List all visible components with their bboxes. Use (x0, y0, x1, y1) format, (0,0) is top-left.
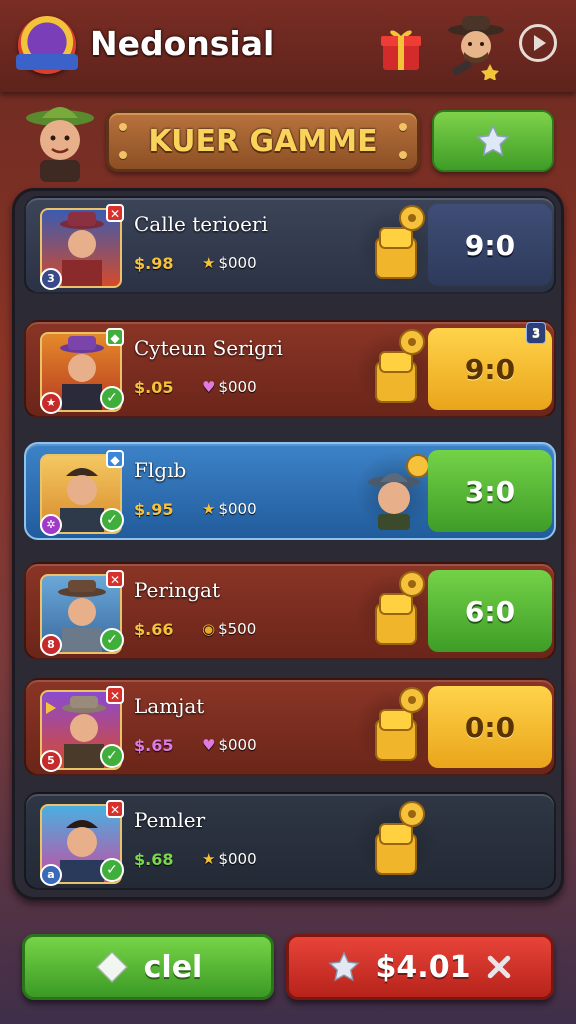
coin-amount: $500 (218, 620, 257, 638)
player-price: $.68 (134, 850, 174, 869)
gem-badge-icon: ◆ (106, 450, 124, 468)
check-badge-icon: ✓ (100, 508, 124, 532)
level-badge: a (40, 864, 62, 886)
player-price: $.05 (134, 378, 174, 397)
player-coins: ★ $000 (202, 254, 257, 272)
coin-amount: $000 (218, 254, 257, 272)
score-value: 9:0 (464, 352, 516, 386)
gold-star-icon: ★ (202, 850, 216, 868)
list-item[interactable]: ✕ ✓ 5 Lamjat $.65 ♥ $000 0:0 (24, 678, 556, 776)
score-box: 9:0 3 (428, 322, 552, 410)
player-coins: ♥ $000 (202, 736, 257, 754)
list-item[interactable]: ◆ ✓ ★ Cyteun Serigri $.05 ♥ $000 9:0 3 (24, 320, 556, 418)
reward-slot (356, 686, 436, 770)
player-coins: ★ $000 (202, 500, 257, 518)
pink-heart-icon: ♥ (202, 378, 216, 396)
check-badge-icon: ✓ (100, 628, 124, 652)
score-box: 0:0 (428, 686, 552, 768)
player-name: Calle terioeri (134, 212, 268, 236)
player-coins: ★ $000 (202, 850, 257, 868)
player-name: Pemler (134, 808, 206, 832)
list-item[interactable]: ✕ ✓ a Pemler $.68 ★ $000 (24, 792, 556, 890)
player-name: Lamjat (134, 694, 205, 718)
diamond-icon (95, 950, 128, 984)
star-icon (476, 124, 510, 157)
claim-button-label: clel (143, 949, 203, 985)
buy-button[interactable]: $4.01 (286, 934, 554, 1000)
list-item-selected[interactable]: ◆ ✓ ✲ Flgıb $.95 ★ $000 3:0 (24, 442, 556, 540)
gold-gear-stack-icon (375, 571, 425, 645)
score-box: 6:0 (428, 570, 552, 652)
player-name: Flgıb (134, 458, 187, 482)
claim-button[interactable]: clel (22, 934, 274, 1000)
buy-button-price: $4.01 (375, 949, 471, 985)
reward-slot (356, 800, 436, 884)
gold-star-icon: ★ (202, 254, 216, 272)
game-title-banner[interactable]: KUER GAMME (106, 110, 420, 172)
player-name: Peringat (134, 578, 220, 602)
player-price: $.65 (134, 736, 174, 755)
logo-ribbon (16, 54, 78, 70)
favorite-button[interactable] (432, 110, 554, 172)
check-badge-icon: ✓ (100, 858, 124, 882)
level-badge: 5 (40, 750, 62, 772)
coin-amount: $000 (218, 500, 257, 518)
adventurer-avatar-icon (368, 454, 430, 530)
player-price: $.98 (134, 254, 174, 273)
level-badge: 8 (40, 634, 62, 656)
gem-badge-icon: ◆ (106, 328, 124, 346)
ranger-avatar-icon (26, 107, 94, 182)
gold-coin-icon: ◉ (202, 620, 216, 638)
level-badge: ★ (40, 392, 62, 414)
remove-badge-icon[interactable]: ✕ (106, 800, 124, 818)
gift-box-icon[interactable] (380, 24, 422, 72)
score-box: 9:0 (428, 204, 552, 286)
remove-badge-icon[interactable]: ✕ (106, 686, 124, 704)
level-badge: 3 (40, 268, 62, 290)
coin-amount: $000 (218, 378, 257, 396)
rank-tag: 3 (526, 322, 546, 344)
player-coins: ♥ $000 (202, 378, 257, 396)
score-box: 3:0 (428, 450, 552, 532)
gold-star-icon: ★ (202, 500, 216, 518)
reward-slot (356, 328, 436, 412)
level-badge: ✲ (40, 514, 62, 536)
reward-slot (356, 450, 436, 534)
close-x-icon[interactable] (484, 952, 514, 982)
banner-label: KUER GAMME (148, 123, 378, 159)
gold-gear-stack-icon (375, 687, 425, 761)
player-name: Cyteun Serigri (134, 336, 283, 360)
player-price: $.95 (134, 500, 174, 519)
reward-slot (356, 204, 436, 288)
reward-slot (356, 570, 436, 654)
gold-gear-stack-icon (375, 801, 425, 875)
gold-gear-stack-icon (375, 329, 425, 403)
star-icon (327, 951, 360, 982)
coin-amount: $000 (218, 850, 257, 868)
player-coins: ◉ $500 (202, 620, 256, 638)
page-title: Nedonsial (90, 24, 275, 63)
list-item[interactable]: ✕ ✓ 8 Peringat $.66 ◉ $500 6:0 (24, 562, 556, 660)
check-badge-icon: ✓ (100, 744, 124, 768)
remove-badge-icon[interactable]: ✕ (106, 204, 124, 222)
player-price: $.66 (134, 620, 174, 639)
coin-amount: $000 (218, 736, 257, 754)
play-circle-icon[interactable] (519, 24, 557, 62)
pink-heart-icon: ♥ (202, 736, 216, 754)
cowboy-avatar-icon[interactable] (446, 14, 506, 80)
check-badge-icon: ✓ (100, 386, 124, 410)
gold-gear-stack-icon (375, 205, 425, 279)
remove-badge-icon[interactable]: ✕ (106, 570, 124, 588)
list-item[interactable]: ✕ 3 Calle terioeri $.98 ★ $000 9:0 (24, 196, 556, 294)
